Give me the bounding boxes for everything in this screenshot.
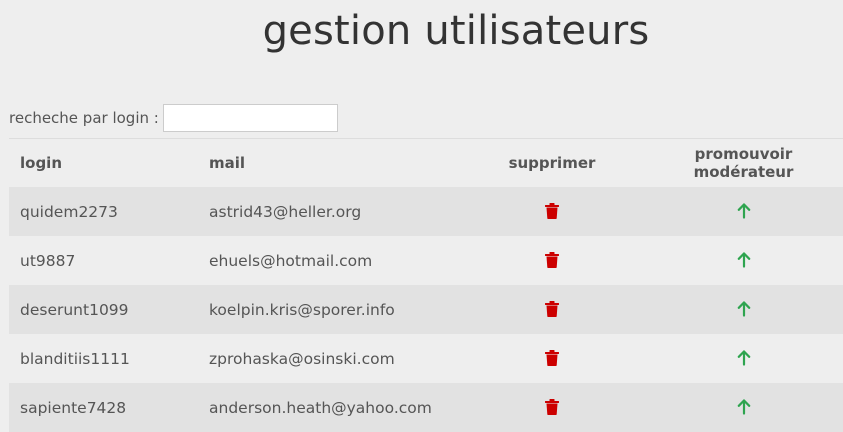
- arrow-up-icon[interactable]: [734, 299, 754, 319]
- cell-login: deserunt1099: [9, 285, 198, 334]
- trash-icon[interactable]: [542, 299, 562, 319]
- column-header-mail: mail: [209, 154, 246, 172]
- table-header-row: login mail supprimer promouvoir modérate…: [9, 139, 843, 187]
- trash-icon[interactable]: [542, 397, 562, 417]
- cell-mail: zprohaska@osinski.com: [198, 334, 472, 383]
- search-bar: recheche par login :: [9, 103, 338, 133]
- cell-mail: koelpin.kris@sporer.info: [198, 285, 472, 334]
- arrow-up-icon[interactable]: [734, 348, 754, 368]
- cell-mail: astrid43@heller.org: [198, 187, 472, 236]
- column-header-login: login: [20, 154, 63, 172]
- search-input[interactable]: [162, 104, 338, 132]
- cell-delete: [472, 285, 632, 334]
- cell-delete: [472, 187, 632, 236]
- cell-login: blanditiis1111: [9, 334, 198, 383]
- table-row: blanditiis1111 zprohaska@osinski.com: [9, 334, 843, 383]
- cell-mail: anderson.heath@yahoo.com: [198, 383, 472, 432]
- trash-icon[interactable]: [542, 348, 562, 368]
- cell-login: quidem2273: [9, 187, 198, 236]
- cell-promote: [632, 285, 843, 334]
- cell-promote: [632, 236, 843, 285]
- cell-delete: [472, 383, 632, 432]
- table-row: deserunt1099 koelpin.kris@sporer.info: [9, 285, 843, 334]
- search-label: recheche par login :: [9, 109, 159, 127]
- arrow-up-icon[interactable]: [734, 201, 754, 221]
- trash-icon[interactable]: [542, 250, 562, 270]
- table-row: ut9887 ehuels@hotmail.com: [9, 236, 843, 285]
- users-table-container: login mail supprimer promouvoir modérate…: [9, 138, 843, 432]
- page-title: gestion utilisateurs: [262, 8, 650, 54]
- users-table: login mail supprimer promouvoir modérate…: [9, 139, 843, 432]
- arrow-up-icon[interactable]: [734, 250, 754, 270]
- arrow-up-icon[interactable]: [734, 397, 754, 417]
- cell-login: ut9887: [9, 236, 198, 285]
- cell-delete: [472, 334, 632, 383]
- cell-login: sapiente7428: [9, 383, 198, 432]
- column-header-promote: promouvoir modérateur: [693, 145, 794, 181]
- cell-delete: [472, 236, 632, 285]
- cell-mail: ehuels@hotmail.com: [198, 236, 472, 285]
- column-header-delete: supprimer: [508, 154, 596, 172]
- cell-promote: [632, 187, 843, 236]
- table-row: sapiente7428 anderson.heath@yahoo.com: [9, 383, 843, 432]
- cell-promote: [632, 383, 843, 432]
- trash-icon[interactable]: [542, 201, 562, 221]
- cell-promote: [632, 334, 843, 383]
- table-row: quidem2273 astrid43@heller.org: [9, 187, 843, 236]
